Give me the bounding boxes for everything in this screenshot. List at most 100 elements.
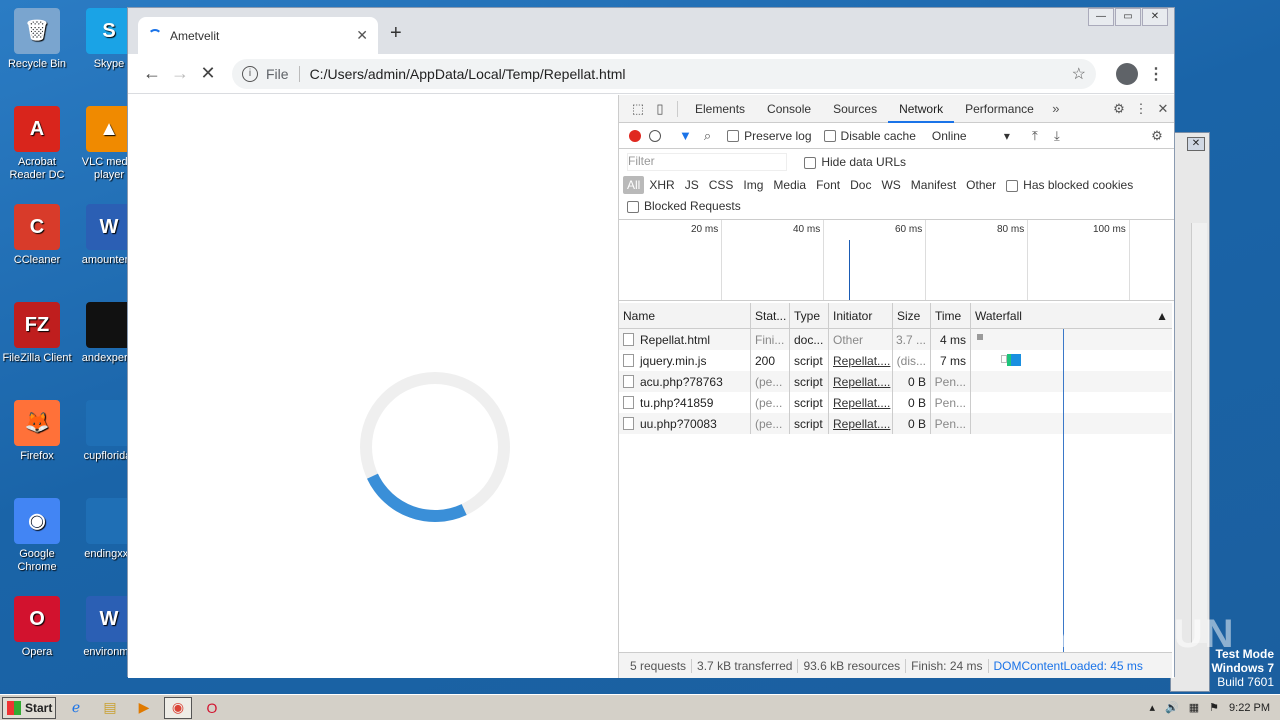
- file-icon: [623, 417, 634, 430]
- type-filter-xhr[interactable]: XHR: [644, 178, 679, 192]
- type-filter-img[interactable]: Img: [738, 178, 768, 192]
- desktop-icon[interactable]: FZ FileZilla Client: [0, 302, 74, 365]
- menu-kebab-icon[interactable]: ⋮: [1148, 64, 1164, 84]
- tab-sources[interactable]: Sources: [822, 95, 888, 123]
- search-icon[interactable]: ⌕: [704, 128, 711, 144]
- desktop-icon[interactable]: 🦊 Firefox: [0, 400, 74, 463]
- window-controls: — ▭ ✕: [1087, 8, 1168, 26]
- url-text[interactable]: C:/Users/admin/AppData/Local/Temp/Repell…: [310, 66, 1072, 82]
- desktop-icon-label: Recycle Bin: [7, 58, 67, 70]
- app-icon: ▲: [86, 106, 132, 152]
- type-filter-css[interactable]: CSS: [704, 178, 739, 192]
- type-filter-doc[interactable]: Doc: [845, 178, 876, 192]
- forward-button[interactable]: →: [166, 63, 194, 84]
- bookmark-star-icon[interactable]: ☆: [1072, 64, 1086, 84]
- type-filter-other[interactable]: Other: [961, 178, 1001, 192]
- devtools-menu-icon[interactable]: ⋮: [1130, 101, 1152, 117]
- devtools-close-icon[interactable]: ✕: [1152, 101, 1174, 117]
- chrome-taskbar-icon[interactable]: ◉: [164, 696, 192, 719]
- more-tabs-icon[interactable]: »: [1045, 101, 1067, 116]
- desktop-icon[interactable]: A Acrobat Reader DC: [0, 106, 74, 182]
- type-filter-media[interactable]: Media: [768, 178, 811, 192]
- settings-gear-icon[interactable]: ⚙: [1108, 101, 1130, 117]
- type-filter-manifest[interactable]: Manifest: [906, 178, 961, 192]
- record-button[interactable]: [629, 129, 641, 142]
- desktop-icon[interactable]: O Opera: [0, 596, 74, 659]
- minimize-button[interactable]: —: [1088, 8, 1114, 26]
- col-waterfall[interactable]: Waterfall ▲: [971, 303, 1172, 328]
- close-window-button[interactable]: ✕: [1142, 8, 1168, 26]
- table-row[interactable]: tu.php?41859 (pe... script Repellat.... 0 BP…: [619, 392, 1172, 413]
- filter-icon[interactable]: ▼: [679, 128, 692, 143]
- network-icon[interactable]: ▦: [1189, 701, 1199, 714]
- filter-input[interactable]: Filter: [627, 153, 787, 171]
- start-button[interactable]: Start: [2, 696, 56, 719]
- tray-arrow-icon[interactable]: ▴: [1150, 701, 1156, 714]
- cell-waterfall: [971, 329, 1172, 350]
- col-initiator[interactable]: Initiator: [829, 303, 893, 328]
- desktop-icon[interactable]: C CCleaner: [0, 204, 74, 267]
- col-type[interactable]: Type: [790, 303, 829, 328]
- device-toolbar-icon[interactable]: ▯: [649, 101, 671, 117]
- cell-status: (pe...: [751, 371, 790, 392]
- disable-cache-checkbox[interactable]: Disable cache: [823, 129, 916, 143]
- export-har-icon[interactable]: ⤓: [1046, 128, 1068, 144]
- col-name[interactable]: Name: [619, 303, 751, 328]
- clear-button[interactable]: [649, 129, 661, 142]
- app-icon: FZ: [14, 302, 60, 348]
- cell-initiator[interactable]: Repellat....: [829, 392, 893, 413]
- has-blocked-cookies-checkbox[interactable]: Has blocked cookies: [1001, 178, 1138, 192]
- tab-console[interactable]: Console: [756, 95, 822, 123]
- stop-button[interactable]: ✕: [194, 63, 222, 84]
- opera-taskbar-icon[interactable]: O: [198, 697, 226, 719]
- tab-close-icon[interactable]: ✕: [356, 27, 368, 44]
- desktop-icon[interactable]: 🗑 Recycle Bin: [0, 8, 74, 71]
- type-filter-all[interactable]: All: [623, 176, 645, 194]
- scrollbar[interactable]: [1191, 223, 1207, 643]
- col-status[interactable]: Stat...: [751, 303, 790, 328]
- cell-initiator: Other: [829, 329, 893, 350]
- import-har-icon[interactable]: ⤒: [1024, 128, 1046, 144]
- info-icon[interactable]: i: [242, 65, 258, 82]
- preserve-log-checkbox[interactable]: Preserve log: [727, 129, 812, 143]
- clock[interactable]: 9:22 PM: [1229, 702, 1270, 714]
- col-time[interactable]: Time: [931, 303, 971, 328]
- cell-initiator[interactable]: Repellat....: [829, 413, 893, 434]
- blocked-requests-checkbox[interactable]: Blocked Requests: [619, 195, 1174, 219]
- app-icon: 🗑: [14, 8, 60, 54]
- type-filter-font[interactable]: Font: [811, 178, 845, 192]
- media-player-taskbar-icon[interactable]: ▶: [130, 697, 158, 719]
- maximize-button[interactable]: ▭: [1115, 8, 1141, 26]
- tab-performance[interactable]: Performance: [954, 95, 1045, 123]
- type-filter-js[interactable]: JS: [680, 178, 704, 192]
- app-icon: W: [86, 204, 132, 250]
- new-tab-button[interactable]: +: [390, 22, 402, 45]
- table-row[interactable]: uu.php?70083 (pe... script Repellat.... 0 BP…: [619, 413, 1172, 434]
- table-row[interactable]: jquery.min.js 200 script Repellat.... (dis..…: [619, 350, 1172, 371]
- desktop-icon-label: Google Chrome: [17, 548, 57, 573]
- hide-data-urls-checkbox[interactable]: Hide data URLs: [804, 155, 906, 169]
- tab-network[interactable]: Network: [888, 95, 955, 123]
- tab-elements[interactable]: Elements: [684, 95, 756, 123]
- cell-initiator[interactable]: Repellat....: [829, 371, 893, 392]
- volume-icon[interactable]: 🔊: [1165, 701, 1179, 714]
- cell-initiator[interactable]: Repellat....: [829, 350, 893, 371]
- ie-taskbar-icon[interactable]: ℯ: [62, 697, 90, 719]
- address-bar[interactable]: i File C:/Users/admin/AppData/Local/Temp…: [232, 58, 1096, 89]
- type-filter-ws[interactable]: WS: [876, 178, 905, 192]
- desktop-icon[interactable]: ◉ Google Chrome: [0, 498, 74, 574]
- close-icon[interactable]: ✕: [1187, 137, 1205, 151]
- network-overview[interactable]: 20 ms 40 ms 60 ms 80 ms 100 ms: [619, 219, 1174, 301]
- explorer-taskbar-icon[interactable]: ▤: [96, 697, 124, 719]
- table-row[interactable]: acu.php?78763 (pe... script Repellat.... 0 B…: [619, 371, 1172, 392]
- flag-icon[interactable]: ⚑: [1209, 701, 1219, 714]
- back-button[interactable]: ←: [138, 63, 166, 84]
- throttle-select[interactable]: Online ▾: [932, 129, 1010, 143]
- inspect-element-icon[interactable]: ⬚: [627, 101, 649, 117]
- col-size[interactable]: Size: [893, 303, 931, 328]
- browser-tab[interactable]: Ametvelit ✕: [138, 17, 378, 54]
- network-settings-icon[interactable]: ⚙: [1146, 128, 1168, 144]
- profile-avatar[interactable]: [1116, 62, 1138, 85]
- app-icon: [86, 302, 132, 348]
- table-row[interactable]: Repellat.html Fini... doc... Other 3.7 ... 4 …: [619, 329, 1172, 350]
